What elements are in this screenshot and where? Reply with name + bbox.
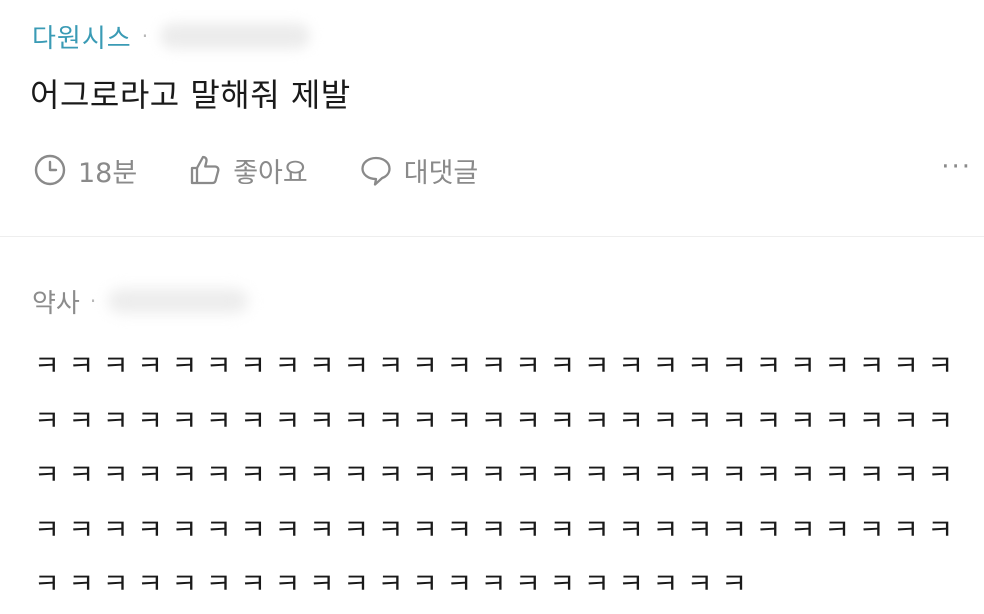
reply: 약사 · ㅋㅋㅋㅋㅋㅋㅋㅋㅋㅋㅋㅋㅋㅋㅋㅋㅋㅋㅋㅋㅋㅋㅋㅋㅋㅋㅋㅋㅋㅋㅋㅋㅋㅋㅋ…	[0, 237, 984, 614]
post-time: 18분	[32, 151, 137, 190]
post-author-row: 다원시스 ·	[32, 16, 311, 56]
post-author-separator: ·	[141, 24, 149, 48]
reply-body: ㅋㅋㅋㅋㅋㅋㅋㅋㅋㅋㅋㅋㅋㅋㅋㅋㅋㅋㅋㅋㅋㅋㅋㅋㅋㅋㅋㅋㅋㅋㅋㅋㅋㅋㅋㅋㅋㅋㅋㅋ…	[34, 349, 962, 600]
post-time-label: 18분	[78, 157, 138, 189]
more-icon[interactable]: ···	[941, 152, 972, 182]
thumbs-up-icon	[191, 155, 220, 185]
reply-author-row: 약사 ·	[32, 281, 249, 321]
reply-button-label: 대댓글	[403, 157, 479, 189]
post-author-name[interactable]: 다원시스	[32, 18, 132, 55]
post-action-bar: 18분 좋아요 대댓글 ···	[32, 148, 972, 192]
like-button[interactable]: 좋아요	[187, 151, 308, 190]
speech-bubble-icon	[361, 156, 391, 186]
like-button-label: 좋아요	[233, 157, 308, 189]
post: 다원시스 · 어그로라고 말해줘 제발 18분 좋아요 대댓글 ···	[0, 0, 984, 236]
post-author-id-redacted	[160, 23, 311, 49]
reply-author-id-redacted	[108, 289, 249, 313]
clock-icon	[34, 154, 66, 186]
post-title[interactable]: 어그로라고 말해줘 제발	[30, 70, 351, 116]
reply-author-separator: ·	[89, 289, 97, 313]
reply-button[interactable]: 대댓글	[358, 151, 479, 190]
reply-author-name[interactable]: 약사	[32, 283, 80, 320]
